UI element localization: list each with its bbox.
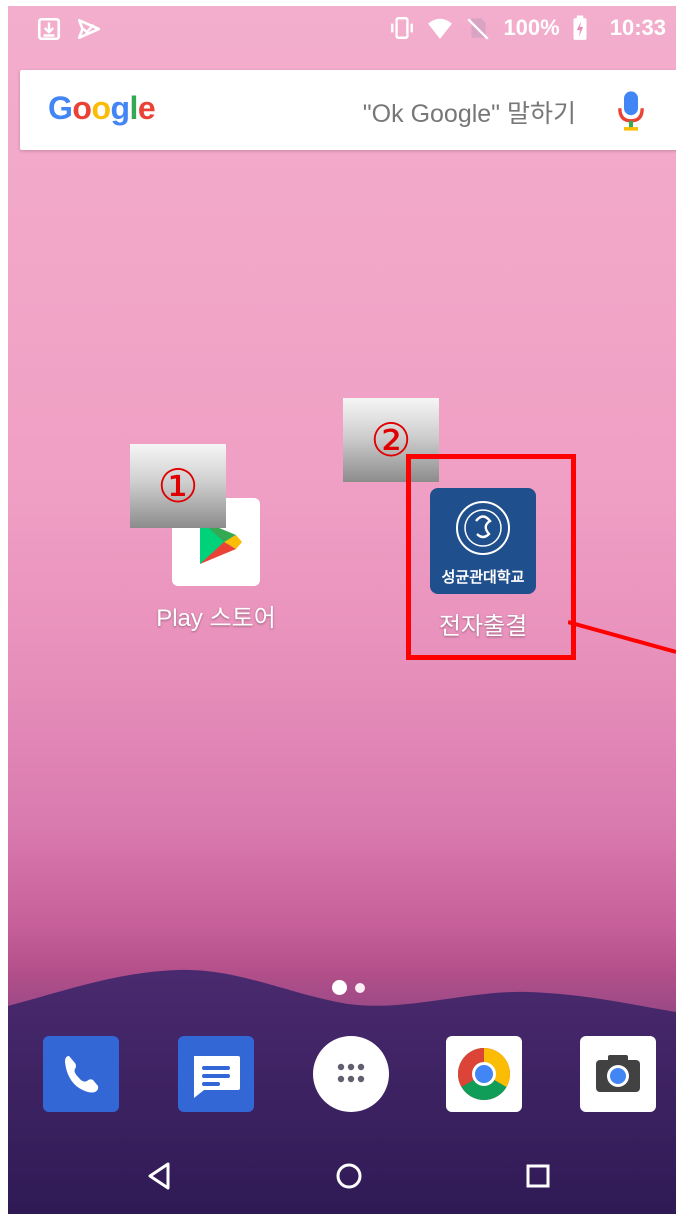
home-screen: 100% 10:33 Google "Ok Google" 말하기 Play 스…: [8, 6, 676, 1214]
download-icon: [37, 17, 61, 41]
battery-percent: 100%: [503, 15, 560, 40]
annotation-marker-1: ①: [130, 444, 226, 528]
back-icon[interactable]: [142, 1158, 178, 1194]
app-drawer-icon: [337, 1063, 365, 1083]
messages-app[interactable]: [178, 1036, 254, 1112]
app-drawer-button[interactable]: [313, 1036, 389, 1112]
vibrate-icon: [391, 17, 414, 39]
chrome-app[interactable]: [446, 1036, 522, 1112]
no-sim-icon: [467, 18, 490, 40]
recents-icon[interactable]: [520, 1158, 556, 1194]
google-logo: Google: [48, 90, 156, 126]
page-dot: [355, 982, 365, 993]
notification-check-icon: [77, 19, 101, 39]
navigation-bar: [8, 1136, 676, 1214]
clock: 10:33: [609, 15, 666, 40]
page-indicator: [332, 980, 365, 995]
app-label-play-store: Play 스토어: [156, 605, 276, 632]
home-icon[interactable]: [331, 1158, 367, 1194]
camera-icon: [596, 1055, 640, 1092]
camera-app[interactable]: [580, 1036, 656, 1112]
wifi-icon: [428, 18, 453, 39]
google-search-bar[interactable]: Google "Ok Google" 말하기: [20, 70, 676, 150]
chrome-icon: [458, 1048, 510, 1100]
page-dot-current: [332, 980, 347, 995]
battery-charging-icon: [573, 15, 587, 40]
messages-icon: [194, 1056, 240, 1098]
highlight-box: [406, 454, 576, 660]
phone-app[interactable]: [43, 1036, 119, 1112]
mic-icon[interactable]: [616, 90, 646, 132]
phone-icon: [65, 1056, 99, 1093]
highlight-pointer-line: [568, 620, 676, 654]
status-bar: 100% 10:33: [8, 6, 676, 52]
search-hint: "Ok Google" 말하기: [362, 100, 576, 128]
